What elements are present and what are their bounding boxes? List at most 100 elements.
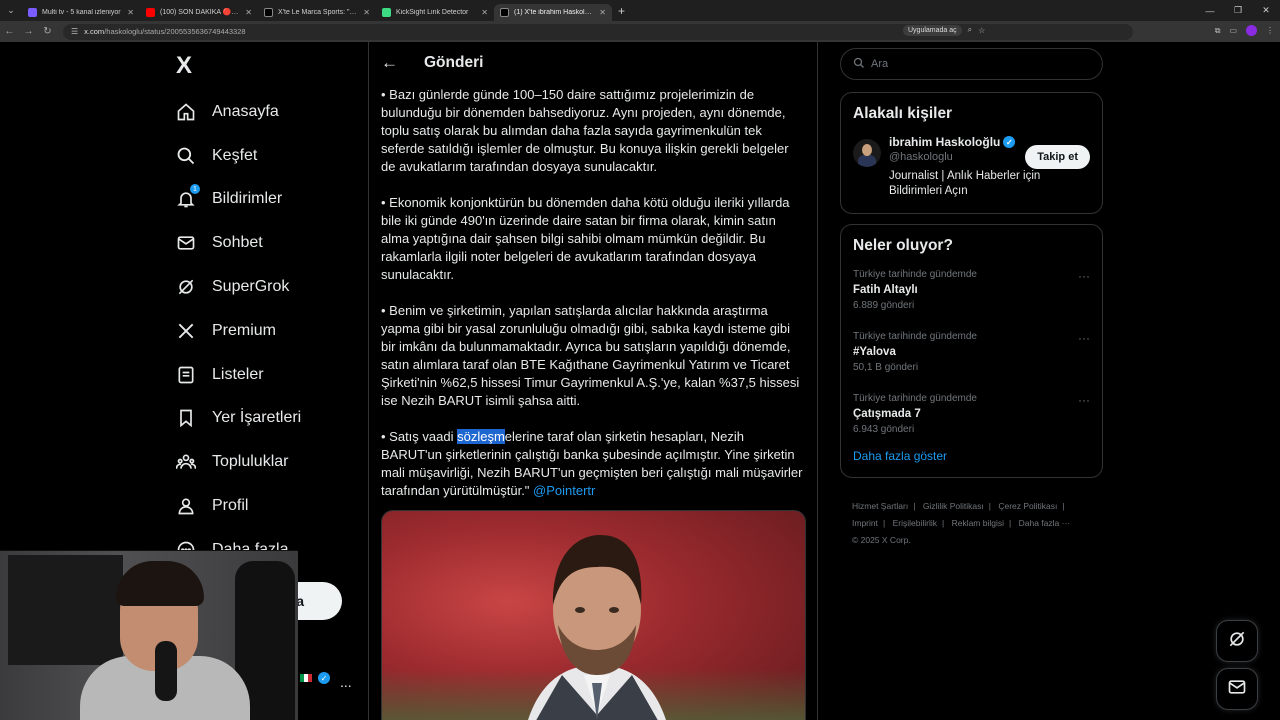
more-options-icon[interactable]: ··· — [1078, 393, 1090, 407]
maximize-icon[interactable]: ❐ — [1224, 5, 1252, 16]
nav-item-notifications[interactable]: 1 Bildirimler — [176, 178, 356, 222]
trend-count: 6.889 gönderi — [853, 300, 915, 311]
nav-label: Keşfet — [212, 146, 258, 164]
nav-item-premium[interactable]: Premium — [176, 309, 356, 353]
footer-link-accessibility[interactable]: Erişilebilirlik — [893, 518, 937, 528]
related-person[interactable]: ibrahim Haskoloğlu ✓ @haskologlu Journali… — [841, 123, 1102, 213]
zoom-icon[interactable]: ⌕ — [968, 25, 972, 35]
tab-search-icon[interactable]: ⌄ — [0, 0, 22, 21]
trend-item[interactable]: Türkiye tarihinde gündemde Fatih Altaylı… — [841, 263, 1102, 325]
menu-dots-icon[interactable]: ⋮ — [1266, 26, 1274, 35]
url-path: /haskologlu/status/2005535636749443328 — [104, 27, 246, 36]
main-column: ← Gönderi • Bazı günlerde günde 100–150 … — [368, 42, 818, 720]
footer-separator: | — [941, 518, 945, 528]
x-logo[interactable]: X — [176, 52, 192, 80]
footer-link-cookies[interactable]: Çerez Politikası — [998, 501, 1057, 511]
back-icon[interactable]: ← — [0, 26, 19, 37]
search-box[interactable]: Ara — [840, 48, 1103, 80]
person-name[interactable]: ibrahim Haskoloğlu — [889, 135, 1000, 149]
footer-link-more[interactable]: Daha fazla ··· — [1019, 518, 1071, 528]
close-icon[interactable]: ✕ — [127, 8, 134, 17]
search-icon — [853, 57, 865, 72]
webcam-doorway — [8, 555, 123, 665]
back-arrow-icon[interactable]: ← — [381, 53, 398, 73]
follow-button[interactable]: Takip et — [1025, 145, 1090, 169]
footer-link-ads[interactable]: Reklam bilgisi — [952, 518, 1004, 528]
tweet-image[interactable] — [381, 510, 806, 720]
nav-item-profile[interactable]: Profil — [176, 484, 356, 528]
account-menu-icon[interactable]: ... — [340, 674, 352, 690]
close-icon[interactable]: ✕ — [245, 8, 252, 17]
tweet-paragraph: • Benim ve şirketimin, yapılan satışlard… — [381, 303, 800, 408]
browser-tab-4[interactable]: KickSight Link Detector ✕ — [376, 4, 494, 21]
nav-item-chat[interactable]: Sohbet — [176, 221, 356, 265]
forward-icon[interactable]: → — [19, 26, 38, 37]
nav-label: Topluluklar — [212, 453, 289, 471]
avatar[interactable] — [853, 139, 881, 167]
nav-item-supergrok[interactable]: SuperGrok — [176, 265, 356, 309]
nav-item-bookmarks[interactable]: Yer İşaretleri — [176, 397, 356, 441]
list-icon — [176, 365, 196, 385]
card-title: Alakalı kişiler — [853, 105, 953, 122]
extensions-icon[interactable]: ⧉ — [1215, 26, 1221, 36]
tab-label: X'te Le Marca Sports: "Erden Ti — [278, 8, 358, 16]
extensions-area: ⧉ ▭ ⋮ — [1215, 25, 1274, 36]
browser-tab-2[interactable]: (100) SON DAKİKA 🔴Erden ✕ — [140, 4, 258, 21]
selected-text: sözleşm — [457, 429, 505, 444]
footer-separator: | — [882, 518, 886, 528]
tab-favicon — [382, 7, 391, 17]
site-info-icon[interactable]: ☰ — [71, 27, 78, 36]
footer-separator: | — [988, 501, 991, 511]
footer-link-terms[interactable]: Hizmet Şartları — [852, 501, 908, 511]
tab-favicon — [146, 7, 155, 17]
grok-float-button[interactable] — [1216, 620, 1258, 662]
reload-icon[interactable]: ↻ — [38, 26, 57, 37]
star-icon[interactable]: ☆ — [978, 26, 985, 35]
close-icon[interactable]: ✕ — [599, 8, 606, 17]
communities-icon — [176, 452, 196, 472]
person-bio: Journalist | Anlık Haberler için Bildiri… — [889, 170, 1041, 197]
footer-separator: | — [913, 501, 916, 511]
trend-item[interactable]: Türkiye tarihinde gündemde Çatışmada 7 6… — [841, 387, 1102, 449]
grok-icon — [1227, 629, 1247, 654]
show-more-link[interactable]: Daha fazla göster — [841, 449, 1102, 477]
close-icon[interactable]: ✕ — [363, 8, 370, 17]
browser-tab-5[interactable]: (1) X'te ibrahim Haskoloğlu: "A ✕ — [494, 3, 612, 21]
tweet-paragraph: • Bazı günlerde günde 100–150 daire satt… — [381, 87, 789, 174]
close-icon[interactable]: ✕ — [481, 8, 488, 17]
open-in-app-button[interactable]: Uygulamada aç — [903, 24, 962, 36]
browser-tab-1[interactable]: Multi tv - 5 kanal izleniyor ✕ — [22, 4, 140, 21]
footer-link-privacy[interactable]: Gizlilik Politikası — [923, 501, 984, 511]
nav-label: Listeler — [212, 365, 264, 383]
nav-item-lists[interactable]: Listeler — [176, 353, 356, 397]
account-switcher[interactable]: ✓ — [300, 672, 330, 684]
minimize-icon[interactable]: — — [1196, 6, 1224, 16]
trend-item[interactable]: Türkiye tarihinde gündemde #Yalova 50,1 … — [841, 325, 1102, 387]
related-people-card: Alakalı kişiler ibrahim Haskoloğlu ✓ @has… — [840, 92, 1103, 214]
mention-link[interactable]: @Pointertr — [533, 483, 595, 498]
footer-separator: | — [1062, 501, 1065, 511]
profile-avatar-icon[interactable] — [1246, 25, 1257, 36]
nav-item-communities[interactable]: Topluluklar — [176, 440, 356, 484]
search-icon — [176, 146, 196, 166]
tab-favicon — [264, 7, 273, 17]
new-tab-button[interactable]: + — [618, 4, 625, 18]
trend-context: Türkiye tarihinde gündemde — [853, 393, 977, 404]
webcam-overlay — [0, 550, 298, 720]
trend-count: 6.943 gönderi — [853, 424, 915, 435]
cast-icon[interactable]: ▭ — [1229, 26, 1237, 35]
messages-float-button[interactable] — [1216, 668, 1258, 710]
browser-tab-3[interactable]: X'te Le Marca Sports: "Erden Ti ✕ — [258, 4, 376, 21]
address-bar[interactable]: ☰ x.com/haskologlu/status/20055356367494… — [63, 23, 1133, 40]
more-options-icon[interactable]: ··· — [1078, 331, 1090, 345]
post-header: ← Gönderi — [369, 42, 817, 84]
search-placeholder: Ara — [871, 58, 889, 70]
footer-link-imprint[interactable]: Imprint — [852, 518, 878, 528]
close-window-icon[interactable]: ✕ — [1252, 5, 1280, 16]
nav-item-home[interactable]: Anasayfa — [176, 90, 356, 134]
nav-label: Bildirimler — [212, 190, 283, 208]
nav-item-explore[interactable]: Keşfet — [176, 134, 356, 178]
tab-label: Multi tv - 5 kanal izleniyor — [42, 8, 121, 16]
trends-card: Neler oluyor? Türkiye tarihinde gündemde… — [840, 224, 1103, 478]
more-options-icon[interactable]: ··· — [1078, 269, 1090, 283]
